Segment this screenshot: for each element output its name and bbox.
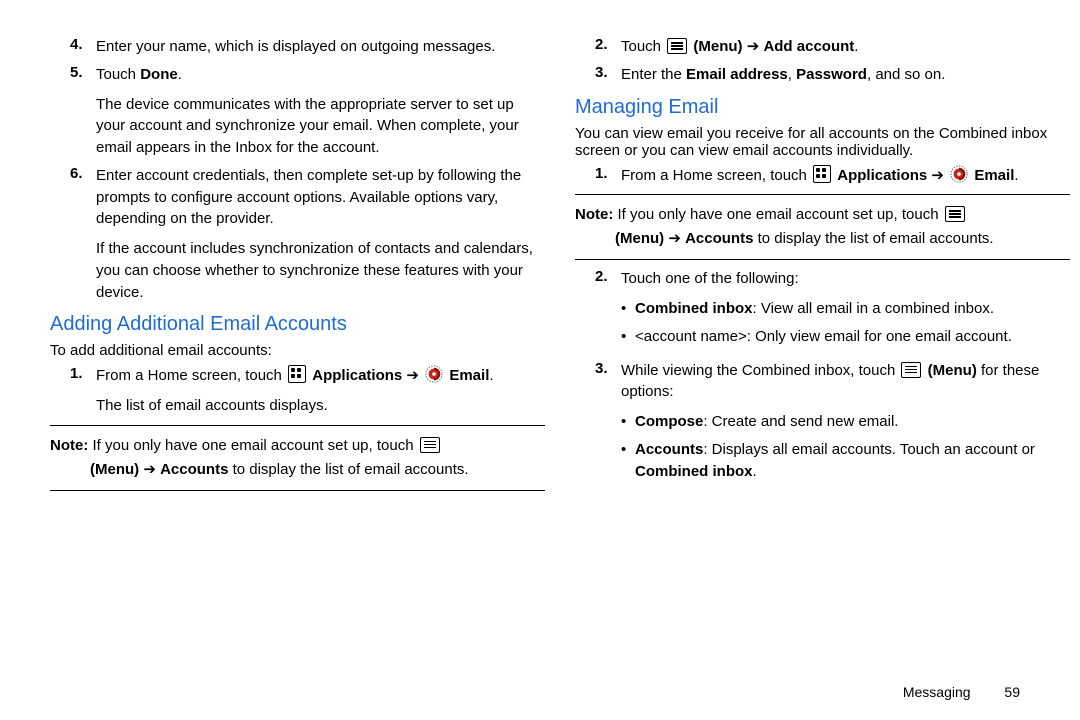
step-item: 4.Enter your name, which is displayed on… [70,36,545,58]
intro-text: You can view email you receive for all a… [575,125,1070,159]
email-icon [950,165,968,183]
step-item: 1.From a Home screen, touch Applications… [595,165,1070,187]
step-number: 6. [70,165,96,182]
step-item: 2.Touch (Menu) ➔ Add account. [595,36,1070,58]
step-number: 1. [70,365,96,382]
section-heading-managing-email: Managing Email [575,96,1070,119]
note-label: Note: [575,206,613,223]
footer-section: Messaging [903,684,971,700]
step-number: 3. [595,360,621,377]
step-body: Touch (Menu) ➔ Add account. [621,36,1070,58]
step-item: 3.Enter the Email address, Password, and… [595,64,1070,86]
step-item: 2.Touch one of the following:Combined in… [595,268,1070,353]
apps-icon [288,365,306,383]
bullet-item: Compose: Create and send new email. [621,411,1070,433]
step-list: 1.From a Home screen, touch Applications… [50,365,545,417]
step-number: 5. [70,64,96,81]
step-number: 2. [595,268,621,285]
page-footer: Messaging 59 [903,684,1020,700]
step-item: 1.From a Home screen, touch Applications… [70,365,545,417]
step-number: 4. [70,36,96,53]
step-body: Enter account credentials, then complete… [96,165,545,304]
footer-page-number: 59 [1004,684,1020,700]
note-block: Note: If you only have one email account… [575,194,1070,260]
email-icon [425,365,443,383]
step-body: Enter your name, which is displayed on o… [96,36,545,58]
menu-icon [901,362,921,378]
section-heading-adding-accounts: Adding Additional Email Accounts [50,313,545,336]
note-block: Note: If you only have one email account… [50,425,545,491]
apps-icon [813,165,831,183]
step-list: 2.Touch one of the following:Combined in… [575,268,1070,488]
note-label: Note: [50,437,88,454]
step-body: Touch one of the following:Combined inbo… [621,268,1070,353]
step-list: 2.Touch (Menu) ➔ Add account.3.Enter the… [575,36,1070,86]
step-item: 6.Enter account credentials, then comple… [70,165,545,304]
left-column: 4.Enter your name, which is displayed on… [50,30,545,690]
bullet-item: Combined inbox: View all email in a comb… [621,298,1070,320]
right-column: 2.Touch (Menu) ➔ Add account.3.Enter the… [575,30,1070,690]
step-list: 4.Enter your name, which is displayed on… [50,36,545,303]
step-item: 3.While viewing the Combined inbox, touc… [595,360,1070,489]
step-body: While viewing the Combined inbox, touch … [621,360,1070,489]
step-body: Enter the Email address, Password, and s… [621,64,1070,86]
bullet-list: Combined inbox: View all email in a comb… [621,298,1070,348]
step-list: 1.From a Home screen, touch Applications… [575,165,1070,187]
step-body: Touch Done.The device communicates with … [96,64,545,159]
manual-page: 4.Enter your name, which is displayed on… [0,0,1080,700]
bullet-list: Compose: Create and send new email. Accou… [621,411,1070,482]
step-number: 2. [595,36,621,53]
menu-icon [945,206,965,222]
step-body: From a Home screen, touch Applications ➔… [96,365,545,417]
step-item: 5.Touch Done.The device communicates wit… [70,64,545,159]
menu-icon [667,38,687,54]
menu-icon [420,437,440,453]
step-number: 1. [595,165,621,182]
step-number: 3. [595,64,621,81]
step-body: From a Home screen, touch Applications ➔… [621,165,1070,187]
bullet-item: Accounts: Displays all email accounts. T… [621,439,1070,483]
bullet-item: <account name>: Only view email for one … [621,326,1070,348]
intro-text: To add additional email accounts: [50,342,545,359]
